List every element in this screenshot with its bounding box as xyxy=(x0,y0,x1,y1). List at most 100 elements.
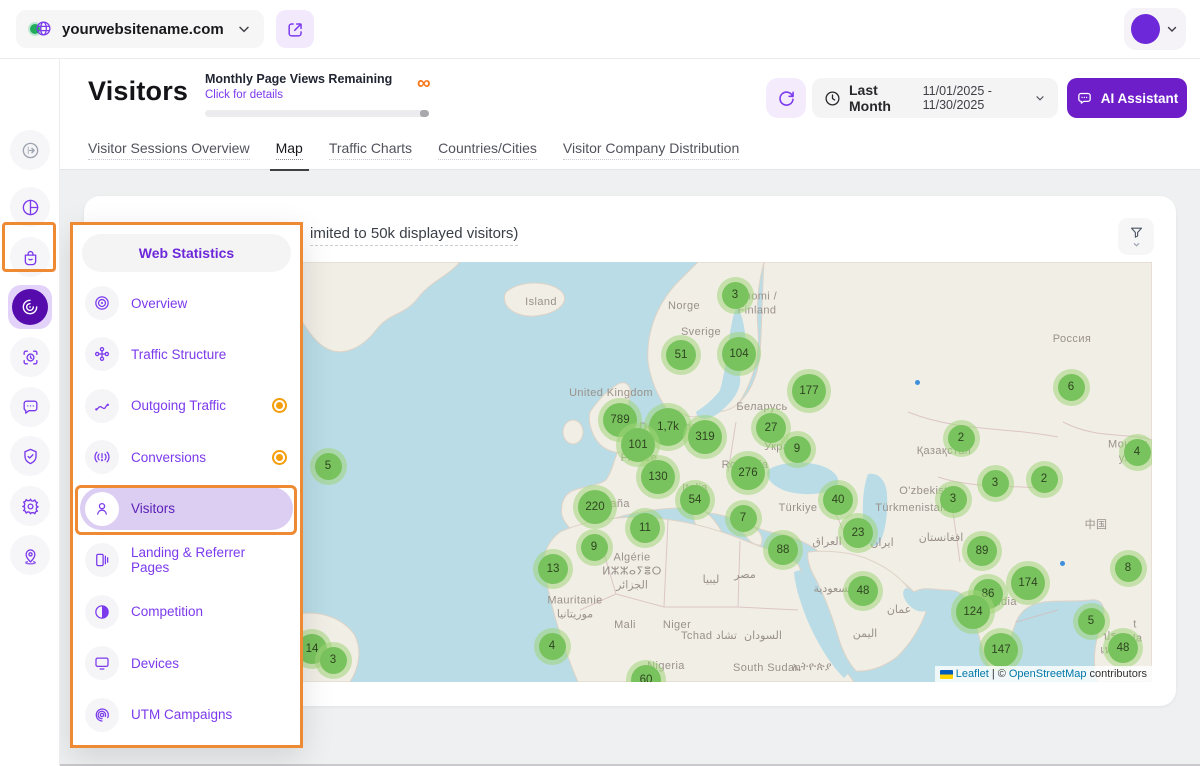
tab-traffic-charts[interactable]: Traffic Charts xyxy=(329,130,412,170)
visitor-cluster-marker[interactable]: 2 xyxy=(948,425,975,452)
date-preset: Last Month xyxy=(849,82,909,114)
flyout-item-utm-campaigns[interactable]: UTM Campaigns xyxy=(80,693,293,736)
visitor-cluster-marker[interactable]: 4 xyxy=(1124,439,1151,466)
flyout-item-visitors[interactable]: Visitors xyxy=(80,487,293,530)
visitor-cluster-marker[interactable]: 101 xyxy=(621,428,655,462)
visitor-cluster-marker[interactable]: 3 xyxy=(940,486,967,513)
map-card-title: imited to 50k displayed visitors) xyxy=(310,225,518,246)
visitor-cluster-marker[interactable]: 11 xyxy=(630,513,660,543)
tab-visitor-company-distribution[interactable]: Visitor Company Distribution xyxy=(563,130,739,170)
new-feature-badge xyxy=(276,402,283,409)
overview-icon xyxy=(85,286,119,320)
top-bar: yourwebsitename.com xyxy=(0,0,1200,59)
ai-assistant-button[interactable]: AI Assistant xyxy=(1067,78,1187,118)
flyout-item-traffic-structure[interactable]: Traffic Structure xyxy=(80,333,293,376)
visitor-cluster-marker[interactable]: 27 xyxy=(756,413,786,443)
shop-bag-icon xyxy=(21,248,40,267)
visitor-cluster-marker[interactable]: 3 xyxy=(722,282,749,309)
sidebar-item-toggle[interactable] xyxy=(10,130,50,170)
visitor-cluster-marker[interactable]: 48 xyxy=(1108,633,1138,663)
collapse-arrow-icon xyxy=(21,141,40,160)
shield-check-icon xyxy=(21,447,40,466)
visitor-cluster-marker[interactable]: 104 xyxy=(722,337,756,371)
visitor-cluster-marker[interactable]: 147 xyxy=(984,633,1018,667)
visitor-cluster-marker[interactable]: 8 xyxy=(1115,555,1142,582)
tab-label: Visitor Sessions Overview xyxy=(88,140,250,160)
visitor-cluster-marker[interactable]: 2 xyxy=(1031,466,1058,493)
flyout-item-label: Landing & Referrer Pages xyxy=(131,545,283,575)
utm-campaigns-icon xyxy=(85,698,119,732)
visitor-cluster-marker[interactable]: 89 xyxy=(967,536,997,566)
visitor-cluster-marker[interactable]: 48 xyxy=(848,576,878,606)
tab-label: Map xyxy=(276,140,303,160)
tab-map[interactable]: Map xyxy=(276,130,303,170)
flyout-item-overview[interactable]: Overview xyxy=(80,282,293,325)
visitor-cluster-marker[interactable]: 3 xyxy=(982,470,1009,497)
map-lake-dot xyxy=(1060,561,1065,566)
infinity-icon: ∞ xyxy=(417,74,431,93)
sidebar-item-store[interactable] xyxy=(10,237,50,277)
visitor-cluster-marker[interactable]: 9 xyxy=(581,534,608,561)
openstreetmap-link[interactable]: OpenStreetMap xyxy=(1009,668,1087,680)
visitor-cluster-marker[interactable]: 276 xyxy=(731,456,765,490)
sidebar-item-chat[interactable] xyxy=(10,387,50,427)
map-lake-dot xyxy=(915,380,920,385)
tab-visitor-sessions-overview[interactable]: Visitor Sessions Overview xyxy=(88,130,250,170)
sidebar-item-location[interactable] xyxy=(10,535,50,575)
visitor-cluster-marker[interactable]: 40 xyxy=(823,485,853,515)
visitor-cluster-marker[interactable]: 13 xyxy=(538,554,568,584)
open-website-button[interactable] xyxy=(276,10,314,48)
map-filter-button[interactable] xyxy=(1118,218,1154,255)
visitor-cluster-marker[interactable]: 1,7k xyxy=(649,408,687,446)
flyout-item-devices[interactable]: Devices xyxy=(80,642,293,685)
date-range-selector[interactable]: Last Month 11/01/2025 - 11/30/2025 xyxy=(812,78,1058,118)
sidebar-item-security[interactable] xyxy=(10,436,50,476)
pageviews-label: Monthly Page Views Remaining xyxy=(205,72,440,86)
visitor-cluster-marker[interactable]: 9 xyxy=(784,436,811,463)
flyout-item-competition[interactable]: Competition xyxy=(80,590,293,633)
map-pin-icon xyxy=(21,546,40,565)
leaflet-link[interactable]: Leaflet xyxy=(956,668,989,680)
visitor-cluster-marker[interactable]: 6 xyxy=(1058,374,1085,401)
traffic-structure-icon xyxy=(85,337,119,371)
devices-icon xyxy=(85,646,119,680)
competition-icon xyxy=(85,595,119,629)
flyout-item-outgoing-traffic[interactable]: Outgoing Traffic xyxy=(80,384,293,427)
ai-assistant-label: AI Assistant xyxy=(1101,91,1179,106)
user-menu[interactable] xyxy=(1124,8,1186,50)
visitor-cluster-marker[interactable]: 3 xyxy=(320,647,347,674)
sidebar-item-settings[interactable] xyxy=(10,486,50,526)
pageviews-details-link[interactable]: Click for details xyxy=(205,89,440,101)
flyout-item-landing-referrer-pages[interactable]: Landing & Referrer Pages xyxy=(80,539,293,582)
refresh-button[interactable] xyxy=(766,78,806,118)
sidebar-item-dashboard[interactable] xyxy=(10,187,50,227)
website-selector[interactable]: yourwebsitename.com xyxy=(16,10,264,48)
pageviews-progressbar xyxy=(205,110,429,117)
visitor-cluster-marker[interactable]: 23 xyxy=(843,518,873,548)
visitor-cluster-marker[interactable]: 319 xyxy=(688,420,722,454)
visitor-cluster-marker[interactable]: 124 xyxy=(956,595,990,629)
visitor-cluster-marker[interactable]: 51 xyxy=(666,340,696,370)
map-attribution: Leaflet | © OpenStreetMap contributors xyxy=(935,666,1152,682)
visitor-cluster-marker[interactable]: 5 xyxy=(315,453,342,480)
visitor-cluster-marker[interactable]: 88 xyxy=(768,535,798,565)
visitor-cluster-marker[interactable]: 130 xyxy=(641,460,675,494)
visitor-cluster-marker[interactable]: 174 xyxy=(1011,566,1045,600)
visitor-cluster-marker[interactable]: 4 xyxy=(539,633,566,660)
sidebar-item-session-recordings[interactable] xyxy=(10,337,50,377)
flyout-item-conversions[interactable]: Conversions xyxy=(80,436,293,479)
visitor-cluster-marker[interactable]: 7 xyxy=(730,505,757,532)
visitor-cluster-marker[interactable]: 54 xyxy=(680,485,710,515)
chat-bubble-icon xyxy=(21,398,40,417)
session-camera-icon xyxy=(21,348,40,367)
visitor-cluster-marker[interactable]: 177 xyxy=(792,374,826,408)
chevron-down-icon xyxy=(1034,92,1046,104)
visitor-cluster-marker[interactable]: 5 xyxy=(1078,608,1105,635)
tab-countries-cities[interactable]: Countries/Cities xyxy=(438,130,537,170)
gear-icon xyxy=(21,497,40,516)
conversions-icon xyxy=(85,440,119,474)
flyout-item-label: UTM Campaigns xyxy=(131,707,232,722)
tab-bar: Visitor Sessions Overview Map Traffic Char… xyxy=(60,130,1200,170)
visitor-cluster-marker[interactable]: 220 xyxy=(578,490,612,524)
sidebar-item-web-statistics[interactable] xyxy=(8,285,52,329)
